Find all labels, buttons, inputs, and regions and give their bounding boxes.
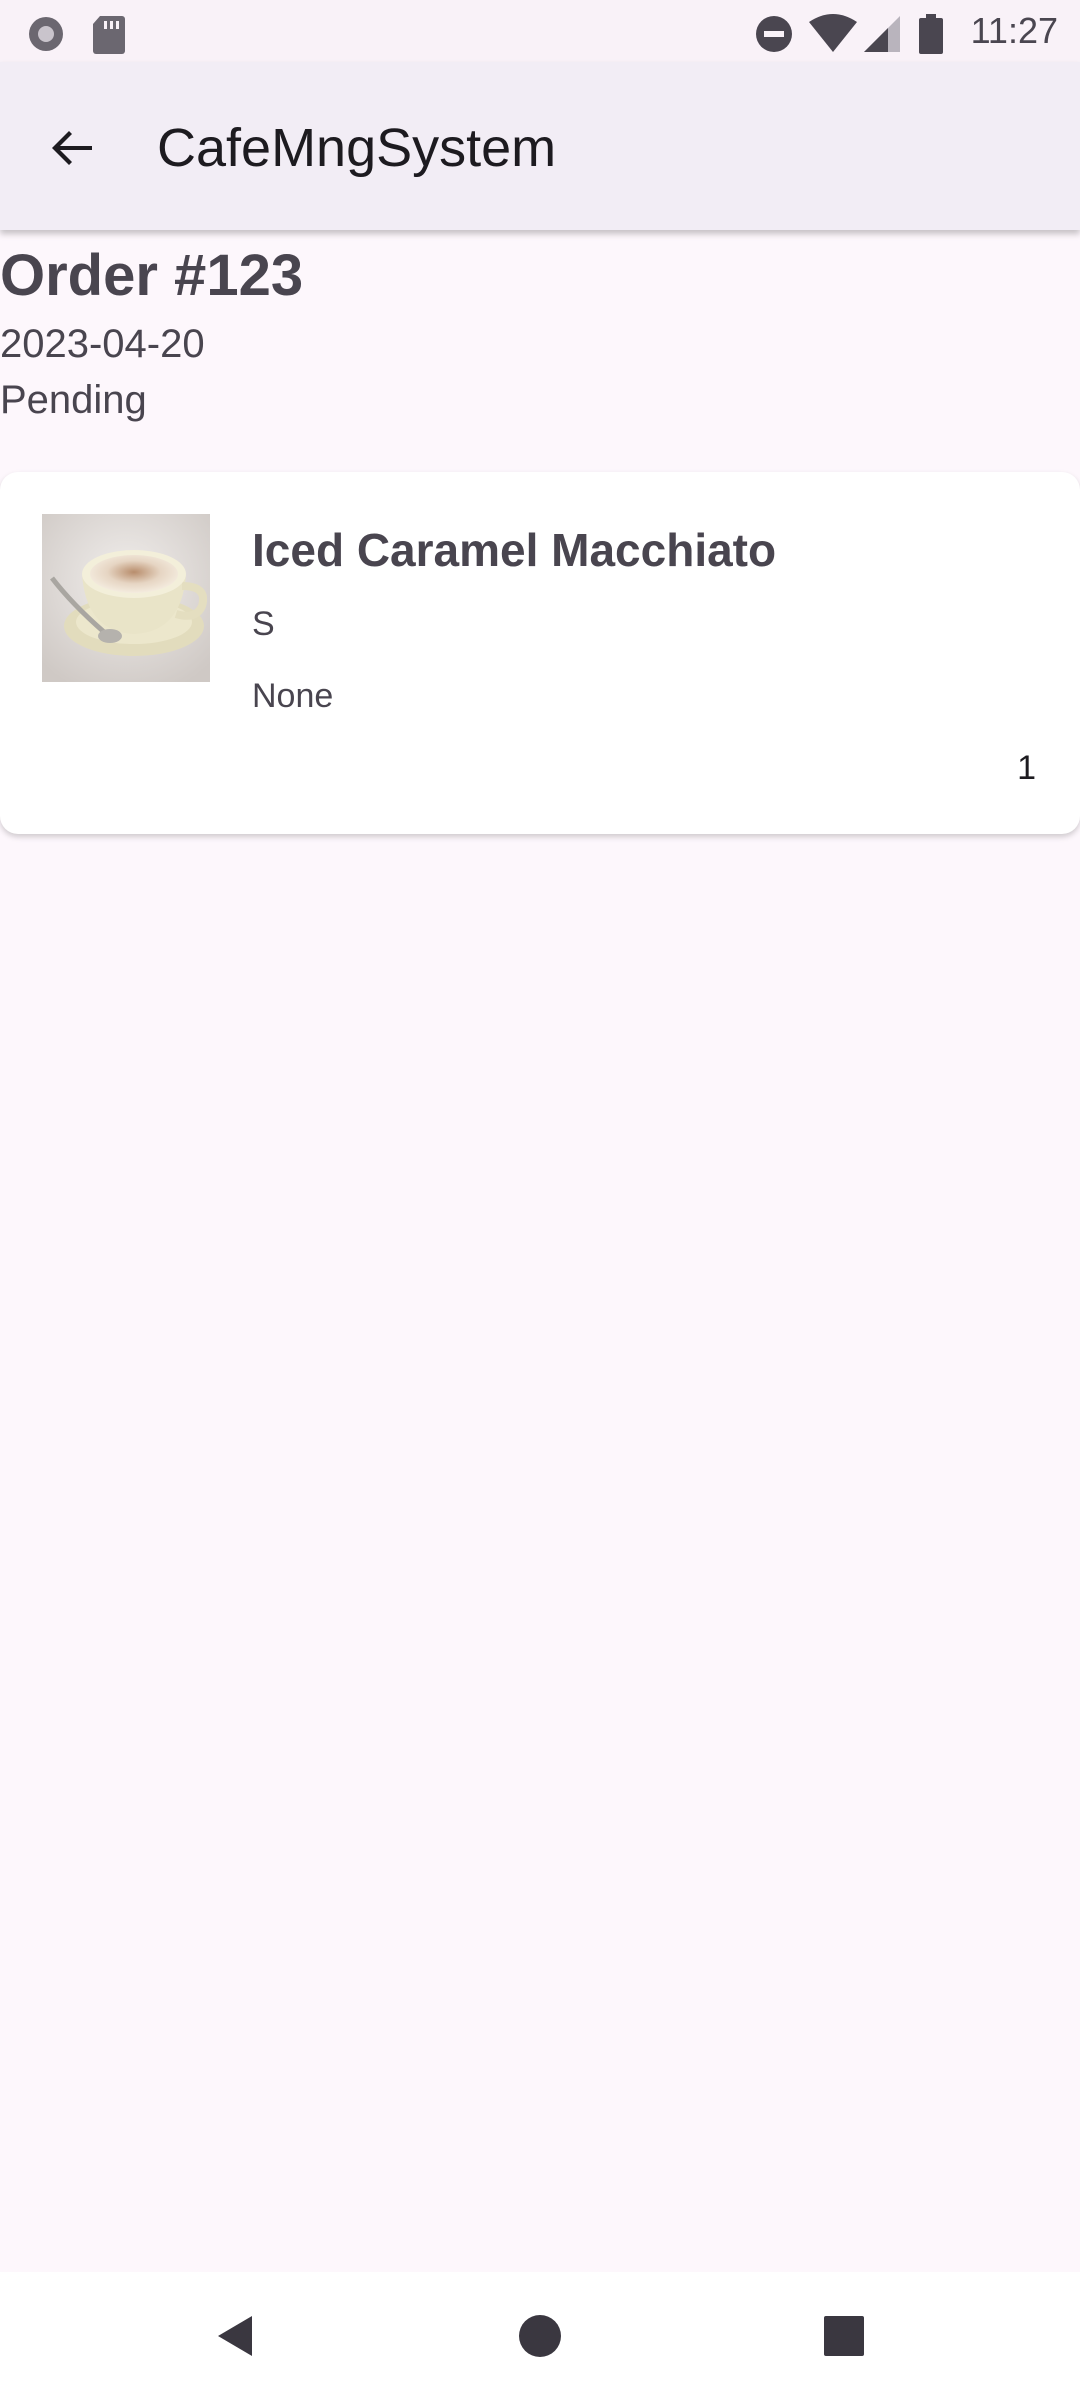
app-title: CafeMngSystem	[157, 118, 557, 178]
app-bar: CafeMngSystem	[0, 62, 1080, 230]
sd-card-icon	[92, 14, 126, 59]
arrow-back-icon	[52, 131, 92, 165]
item-size: S	[252, 605, 275, 643]
wifi-icon	[808, 14, 858, 59]
screen: 11:27 CafeMngSystem Order #123 2023-04-2…	[0, 0, 1080, 2400]
battery-icon	[918, 14, 944, 59]
item-name: Iced Caramel Macchiato	[252, 524, 777, 576]
order-date: 2023-04-20	[0, 322, 205, 366]
item-quantity: 1	[1017, 749, 1036, 787]
nav-back-button[interactable]	[204, 2304, 268, 2368]
order-title: Order #123	[0, 243, 304, 308]
back-triangle-icon	[218, 2316, 252, 2356]
recents-square-icon	[824, 2316, 864, 2356]
status-bar: 11:27	[0, 0, 1080, 62]
order-item-card[interactable]: Iced Caramel Macchiato S None 1	[0, 472, 1080, 834]
record-icon	[26, 14, 66, 59]
system-nav-bar	[0, 2272, 1080, 2400]
back-button[interactable]	[36, 112, 108, 184]
item-option: None	[252, 677, 334, 715]
signal-icon	[862, 14, 902, 59]
coffee-cup-image	[42, 514, 210, 682]
order-status: Pending	[0, 378, 147, 422]
nav-recents-button[interactable]	[812, 2304, 876, 2368]
do-not-disturb-icon	[754, 14, 794, 59]
order-header: Order #123 2023-04-20 Pending	[0, 236, 1080, 428]
nav-home-button[interactable]	[508, 2304, 572, 2368]
status-time: 11:27	[970, 10, 1058, 51]
home-circle-icon	[519, 2315, 561, 2357]
